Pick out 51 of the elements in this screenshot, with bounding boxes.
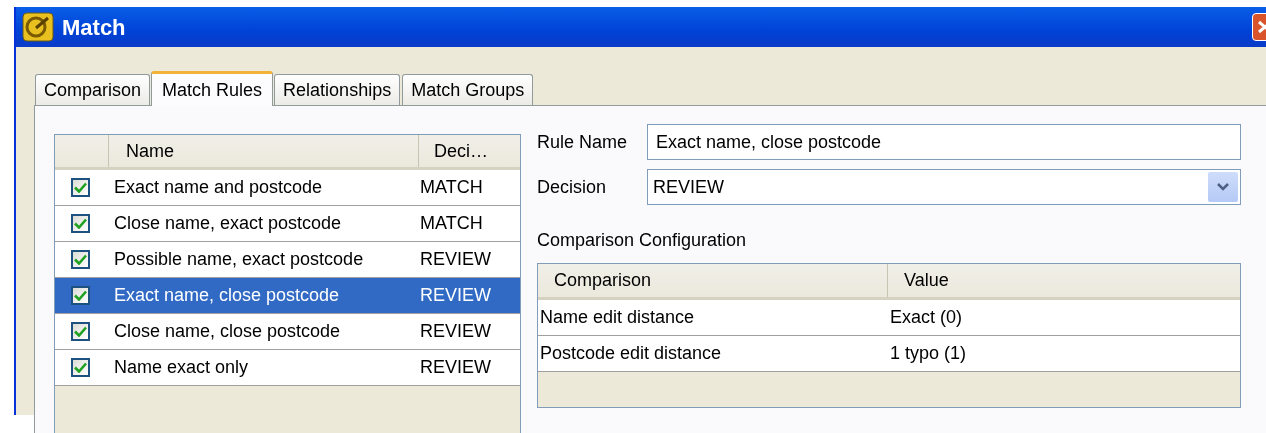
rule-name: Close name, exact postcode (113, 212, 343, 235)
app-icon (22, 12, 54, 42)
checkbox[interactable] (71, 250, 90, 269)
rule-name: Close name, close postcode (113, 320, 342, 343)
rule-decision: REVIEW (419, 284, 492, 307)
checkbox[interactable] (71, 322, 90, 341)
table-cell-text: 1 typo (1) (889, 342, 968, 365)
rule-name: Exact name, close postcode (113, 284, 341, 307)
checkbox[interactable] (71, 358, 90, 377)
list-row[interactable]: Close name, close postcode REVIEW (55, 314, 520, 350)
column-header[interactable]: Deci… (419, 135, 520, 167)
window-title: Match (62, 13, 126, 42)
rule-name-field[interactable]: Exact name, close postcode (647, 124, 1241, 160)
field-label: Decision (537, 175, 608, 199)
tab[interactable]: Relationships (274, 74, 401, 105)
rule-decision: REVIEW (419, 248, 492, 271)
rule-name: Exact name and postcode (113, 176, 324, 199)
list-row[interactable]: Possible name, exact postcode REVIEW (55, 242, 520, 278)
checkbox[interactable] (71, 214, 90, 233)
rule-name: Name exact only (113, 356, 250, 379)
close-icon (1257, 20, 1266, 34)
table-cell-text: Name edit distance (539, 306, 696, 329)
table-cell-text: Postcode edit distance (539, 342, 723, 365)
close-button[interactable] (1252, 13, 1266, 41)
checkmark-icon (74, 182, 87, 193)
checkmark-icon (74, 326, 87, 337)
column-header[interactable]: Comparison (538, 264, 888, 297)
list-row[interactable]: Exact name and postcode MATCH (55, 170, 520, 206)
rule-decision: REVIEW (419, 356, 492, 379)
list-row[interactable]: Exact name, close postcode REVIEW (55, 278, 520, 314)
rule-decision: REVIEW (419, 320, 492, 343)
column-header[interactable]: Value (888, 264, 1240, 297)
tab[interactable]: Match Rules (151, 71, 274, 106)
list-row[interactable]: Name exact only REVIEW (55, 350, 520, 386)
rule-decision: MATCH (419, 212, 484, 235)
tab[interactable]: Match Groups (402, 74, 534, 105)
checkmark-icon (74, 362, 87, 373)
column-header[interactable]: Name (109, 135, 419, 167)
checkbox[interactable] (71, 286, 90, 305)
rule-decision: MATCH (419, 176, 484, 199)
checkmark-icon (74, 254, 87, 265)
checkbox[interactable] (71, 178, 90, 197)
decision-dropdown[interactable]: REVIEW (647, 169, 1241, 205)
field-label: Rule Name (537, 130, 629, 154)
rule-name: Possible name, exact postcode (113, 248, 365, 271)
list-row[interactable]: Close name, exact postcode MATCH (55, 206, 520, 242)
tab[interactable]: Comparison (35, 74, 151, 105)
checkmark-icon (74, 290, 87, 301)
checkmark-icon (74, 218, 87, 229)
section-title: Comparison Configuration (537, 229, 748, 252)
table-cell-text: Exact (0) (889, 306, 964, 329)
